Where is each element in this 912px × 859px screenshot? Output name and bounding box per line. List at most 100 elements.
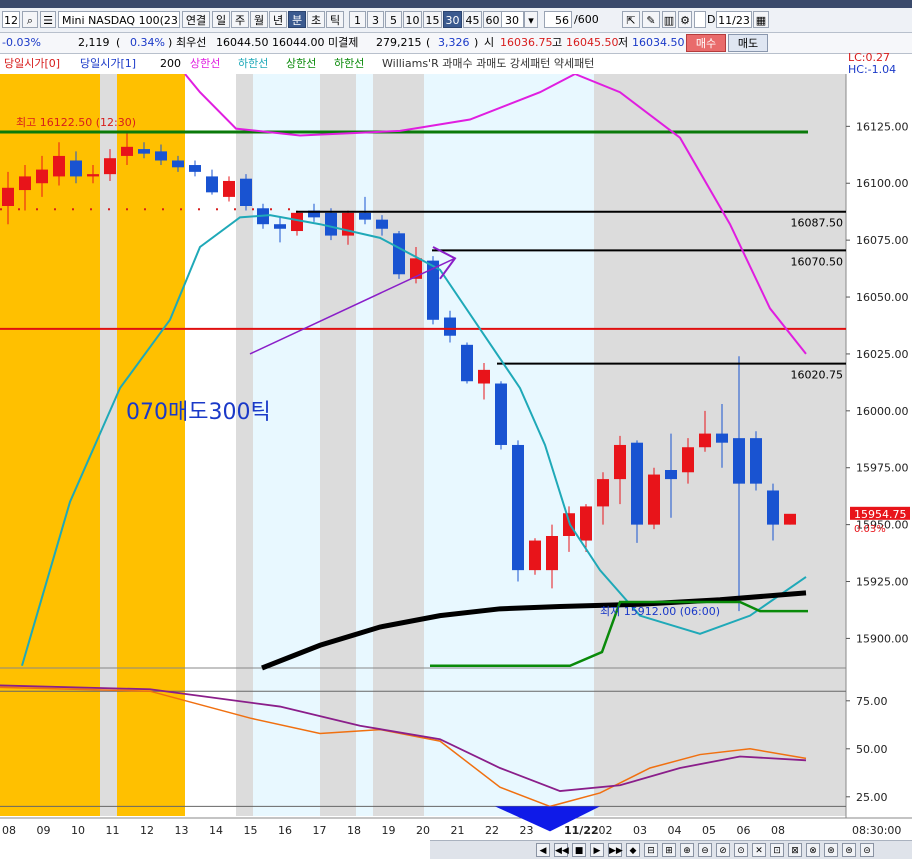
symbol-field[interactable]: Mini NASDAQ 100(23.1 <box>58 11 180 28</box>
legend-item-6[interactable]: 하한선 <box>334 54 364 74</box>
interval-button-45[interactable]: 45 <box>463 11 482 28</box>
split-icon[interactable]: ▥ <box>662 11 676 28</box>
statusbar-button-8[interactable]: ⊕ <box>680 843 694 857</box>
interval-button-60[interactable]: 60 <box>483 11 502 28</box>
statusbar-button-16[interactable]: ⊛ <box>824 843 838 857</box>
time-label: 10 <box>71 824 85 837</box>
open-interest-label: 미결제 <box>328 36 359 49</box>
day-open-dot <box>234 208 236 211</box>
statusbar-button-15[interactable]: ⊗ <box>806 843 820 857</box>
period-button-0[interactable]: 일 <box>212 11 230 28</box>
statusbar-button-4[interactable]: ▶▶ <box>608 843 623 857</box>
price-tick-label: 15925.00 <box>856 576 909 589</box>
candlestick-chart[interactable]: 16125.00 16100.00 16075.00 16050.00 16025.00… <box>0 74 912 840</box>
low-marker: 최저 15912.00 (06:00) <box>600 605 720 618</box>
interval-button-10[interactable]: 10 <box>403 11 422 28</box>
day-open-dot <box>54 208 56 211</box>
interval-button-5[interactable]: 5 <box>385 11 402 28</box>
date-checkbox[interactable] <box>694 11 706 28</box>
legend-item-4[interactable]: 하한선 <box>238 54 268 74</box>
candle-body <box>478 369 490 384</box>
draw-icon[interactable]: ✎ <box>642 11 660 28</box>
period-button-1[interactable]: 주 <box>231 11 249 28</box>
statusbar-button-2[interactable]: ■ <box>572 843 586 857</box>
statusbar-button-5[interactable]: ◆ <box>626 843 640 857</box>
search-icon[interactable]: ⌕ <box>22 11 38 28</box>
count-max: /600 <box>574 13 599 26</box>
statusbar-button-6[interactable]: ⊟ <box>644 843 658 857</box>
candle-body <box>665 470 677 480</box>
statusbar-button-10[interactable]: ⊘ <box>716 843 730 857</box>
continuous-button[interactable]: 연결 <box>182 11 210 28</box>
chevron-down-icon[interactable]: ▾ <box>524 11 538 28</box>
day-open-dot <box>126 208 128 211</box>
session-band-10 <box>424 74 594 816</box>
time-label: 18 <box>347 824 361 837</box>
candle-body <box>274 224 286 229</box>
legend-item-5[interactable]: 상한선 <box>286 54 316 74</box>
calendar-icon[interactable]: ▦ <box>753 11 769 28</box>
candle-body <box>393 233 405 275</box>
legend-item-1[interactable]: 당일시가[1] <box>80 54 136 74</box>
time-label: 19 <box>382 824 396 837</box>
legend-item-2[interactable]: 200 <box>160 54 181 74</box>
candle-body <box>699 433 711 448</box>
candle-body <box>597 479 609 507</box>
statusbar-button-9[interactable]: ⊖ <box>698 843 712 857</box>
symbol-code[interactable]: 12 <box>2 11 20 28</box>
time-label: 16 <box>278 824 292 837</box>
statusbar-button-7[interactable]: ⊞ <box>662 843 676 857</box>
sell-button[interactable]: 매도 <box>728 34 768 52</box>
candle-body <box>155 151 167 161</box>
period-button-6[interactable]: 틱 <box>326 11 344 28</box>
time-label: 05 <box>702 824 716 837</box>
candle-body <box>750 438 762 484</box>
candle-body <box>53 155 65 177</box>
candle-body <box>172 160 184 168</box>
interval-button-15[interactable]: 15 <box>423 11 442 28</box>
interval-select[interactable]: 30 <box>500 11 524 28</box>
statusbar-button-0[interactable]: ◀ <box>536 843 550 857</box>
interval-button-30[interactable]: 30 <box>443 11 462 28</box>
period-button-3[interactable]: 년 <box>269 11 287 28</box>
statusbar-button-14[interactable]: ⊠ <box>788 843 802 857</box>
date-field[interactable]: 11/23 <box>716 11 752 28</box>
period-button-4[interactable]: 분 <box>288 11 306 28</box>
statusbar-button-17[interactable]: ⊜ <box>842 843 856 857</box>
candle-body <box>121 146 133 156</box>
price-tick-label: 16075.00 <box>856 234 909 247</box>
interval-button-3[interactable]: 3 <box>367 11 384 28</box>
count-field[interactable]: 56 <box>544 11 572 28</box>
buy-button[interactable]: 매수 <box>686 34 726 52</box>
legend-item-7[interactable]: Williams'R 과매수 과매도 강세패턴 약세패턴 <box>382 54 594 74</box>
statusbar-button-12[interactable]: ✕ <box>752 843 766 857</box>
day-open-dot <box>216 208 218 211</box>
day-open-dot <box>270 208 272 211</box>
statusbar-button-3[interactable]: ▶ <box>590 843 604 857</box>
cursor-icon[interactable]: ⇱ <box>622 11 640 28</box>
interval-button-1[interactable]: 1 <box>349 11 366 28</box>
statusbar-button-1[interactable]: ◀◀ <box>554 843 569 857</box>
time-label: 14 <box>209 824 223 837</box>
period-button-5[interactable]: 초 <box>307 11 325 28</box>
period-button-2[interactable]: 월 <box>250 11 268 28</box>
legend-item-0[interactable]: 당일시가[0] <box>4 54 60 74</box>
legend-item-3[interactable]: 상한선 <box>190 54 220 74</box>
day-open-dot <box>0 208 2 211</box>
favorites-icon[interactable]: ☰ <box>40 11 56 28</box>
open-interest-change: 3,326 <box>438 36 470 49</box>
day-open-dot <box>288 208 290 211</box>
gear-icon[interactable]: ⚙ <box>678 11 692 28</box>
candle-body <box>767 490 779 525</box>
time-label: 11 <box>106 824 120 837</box>
statusbar-button-11[interactable]: ⊙ <box>734 843 748 857</box>
statusbar-button-13[interactable]: ⊡ <box>770 843 784 857</box>
annotation-text: 070매도300틱 <box>126 400 271 425</box>
day-open-dot <box>18 208 20 211</box>
time-label: 13 <box>175 824 189 837</box>
current-change-label: 0.03% <box>854 524 886 535</box>
statusbar-button-18[interactable]: ⊝ <box>860 843 874 857</box>
candle-body <box>461 344 473 382</box>
best-ask: 16044.50 <box>216 36 269 49</box>
candle-body <box>427 260 439 320</box>
